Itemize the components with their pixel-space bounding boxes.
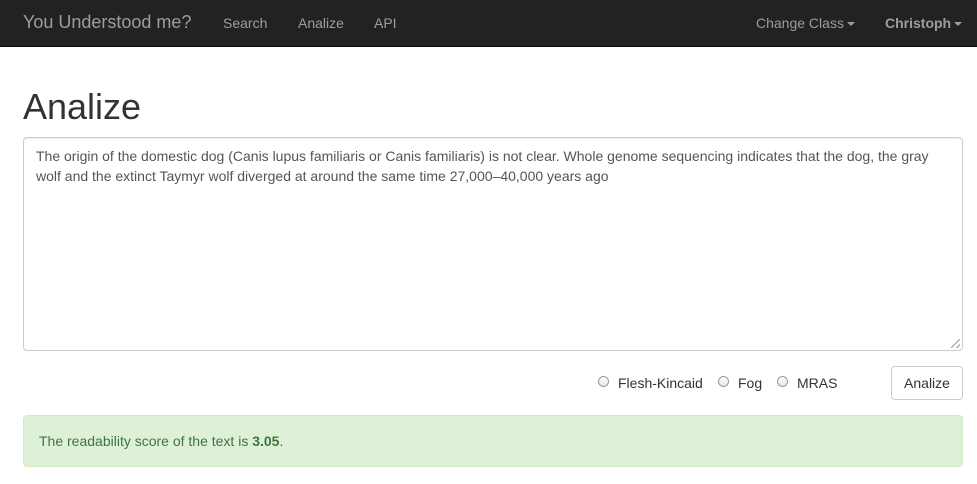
brand-link[interactable]: You Understood me? (23, 12, 191, 33)
change-class-label: Change Class (756, 15, 844, 31)
top-navbar: You Understood me? Search Analize API Ch… (0, 0, 977, 47)
radio-fog[interactable] (718, 376, 729, 387)
radio-label-fog[interactable]: Fog (738, 375, 762, 391)
page-title: Analize (23, 86, 142, 127)
result-prefix: The readability score of the text is (39, 433, 253, 449)
user-name: Christoph (885, 15, 952, 31)
nav-link-analize[interactable]: Analize (298, 15, 344, 31)
radio-flesh-kincaid[interactable] (598, 376, 609, 387)
caret-down-icon (954, 22, 963, 27)
radio-mras[interactable] (777, 376, 788, 387)
text-input-content: The origin of the domestic dog (Canis lu… (36, 148, 929, 184)
nav-link-api[interactable]: API (374, 15, 397, 31)
result-score: 3.05 (252, 433, 280, 449)
radio-label-mras[interactable]: MRAS (797, 375, 837, 391)
analize-button[interactable]: Analize (891, 366, 963, 400)
result-alert: The readability score of the text is 3.0… (23, 415, 963, 467)
caret-down-icon (846, 22, 855, 27)
nav-link-search[interactable]: Search (223, 15, 267, 31)
resize-handle-icon[interactable] (951, 339, 960, 348)
text-input-area[interactable]: The origin of the domestic dog (Canis lu… (23, 137, 963, 351)
user-dropdown[interactable]: Christoph (885, 15, 963, 31)
result-suffix: . (279, 433, 284, 449)
change-class-dropdown[interactable]: Change Class (756, 15, 855, 31)
radio-label-flesh-kincaid[interactable]: Flesh-Kincaid (618, 375, 703, 391)
